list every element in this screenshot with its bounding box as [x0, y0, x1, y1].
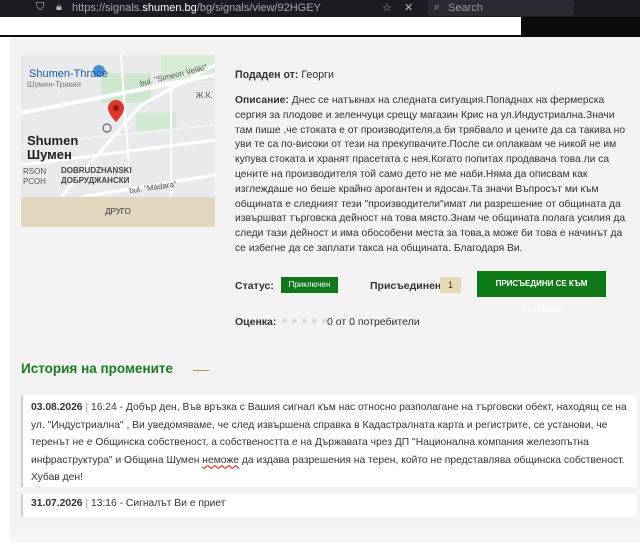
- rating-text: 0 от 0 потребители: [327, 316, 420, 328]
- map-label-city: Shumen Шумен: [27, 133, 79, 162]
- history-entry: 03.08.2026 | 16:24 - Добър ден, Във връз…: [21, 395, 637, 487]
- address-bar[interactable]: https://signals.shumen.bg/bg/signals/vie…: [72, 2, 321, 14]
- history-entry-time: 16:24: [90, 402, 117, 413]
- history-entry-time: 13:16: [90, 498, 117, 509]
- map-pin-icon[interactable]: [108, 100, 124, 122]
- lock-icon[interactable]: 🔒︎: [56, 1, 62, 14]
- category-button[interactable]: ДРУГО: [21, 197, 215, 227]
- browser-search-field[interactable]: ⌕ Search: [428, 0, 574, 16]
- status-badge: Приключен: [281, 277, 338, 293]
- history-entry-date: 31.07.2026: [31, 498, 83, 509]
- history-entry-text: - Сигналът Ви е приет: [119, 498, 226, 509]
- map-label-rson-bg: РСОН: [23, 177, 46, 186]
- search-icon: ⌕: [434, 1, 441, 13]
- map-label-district: DOBRUDZHANSKI: [61, 166, 132, 175]
- browser-toolbar: ⛉ 🔒︎ https://signals.shumen.bg/bg/signal…: [0, 0, 640, 17]
- page-content: Shumen-Thrace Шумен-Тракия bul. "Simeon …: [10, 37, 640, 543]
- history-entry: 31.07.2026 | 13:16 - Сигналът Ви е приет: [21, 494, 637, 517]
- signal-description: Описание: Днес се натъкнах на следната с…: [235, 95, 626, 254]
- join-signal-button[interactable]: ПРИСЪЕДИНИ СЕ КЪМ СИГНАЛА: [477, 271, 606, 314]
- map-label-rson: RSON: [23, 167, 47, 176]
- site-header-strip: [0, 17, 521, 35]
- map-label-place-bg: Шумен-Тракия: [27, 80, 81, 89]
- location-map[interactable]: Shumen-Thrace Шумен-Тракия bul. "Simeon …: [21, 55, 215, 197]
- history-entry-date: 03.08.2026: [31, 402, 83, 413]
- spellcheck-flagged-word[interactable]: неможе: [202, 455, 239, 466]
- bookmark-star-icon[interactable]: ☆: [382, 1, 392, 14]
- status-label: Статус:: [235, 280, 274, 292]
- rating-row: Оценка: ★★★★★ 0 от 0 потребители: [235, 316, 420, 328]
- map-label-gk: Ж.К.: [196, 91, 213, 100]
- joined-count: 1: [440, 277, 461, 293]
- map-label-place: Shumen-Thrace: [29, 68, 108, 80]
- rating-label: Оценка:: [235, 316, 277, 328]
- shield-icon[interactable]: ⛉: [36, 1, 44, 14]
- close-icon[interactable]: ✕: [404, 1, 413, 14]
- history-title-underline: [193, 370, 209, 371]
- submitted-by: Подаден от: Георги: [235, 69, 334, 81]
- map-label-district-bg: ДОБРУДЖАНСКИ: [61, 176, 130, 185]
- rating-stars[interactable]: ★★★★★: [280, 316, 330, 327]
- history-title: История на промените: [21, 361, 174, 376]
